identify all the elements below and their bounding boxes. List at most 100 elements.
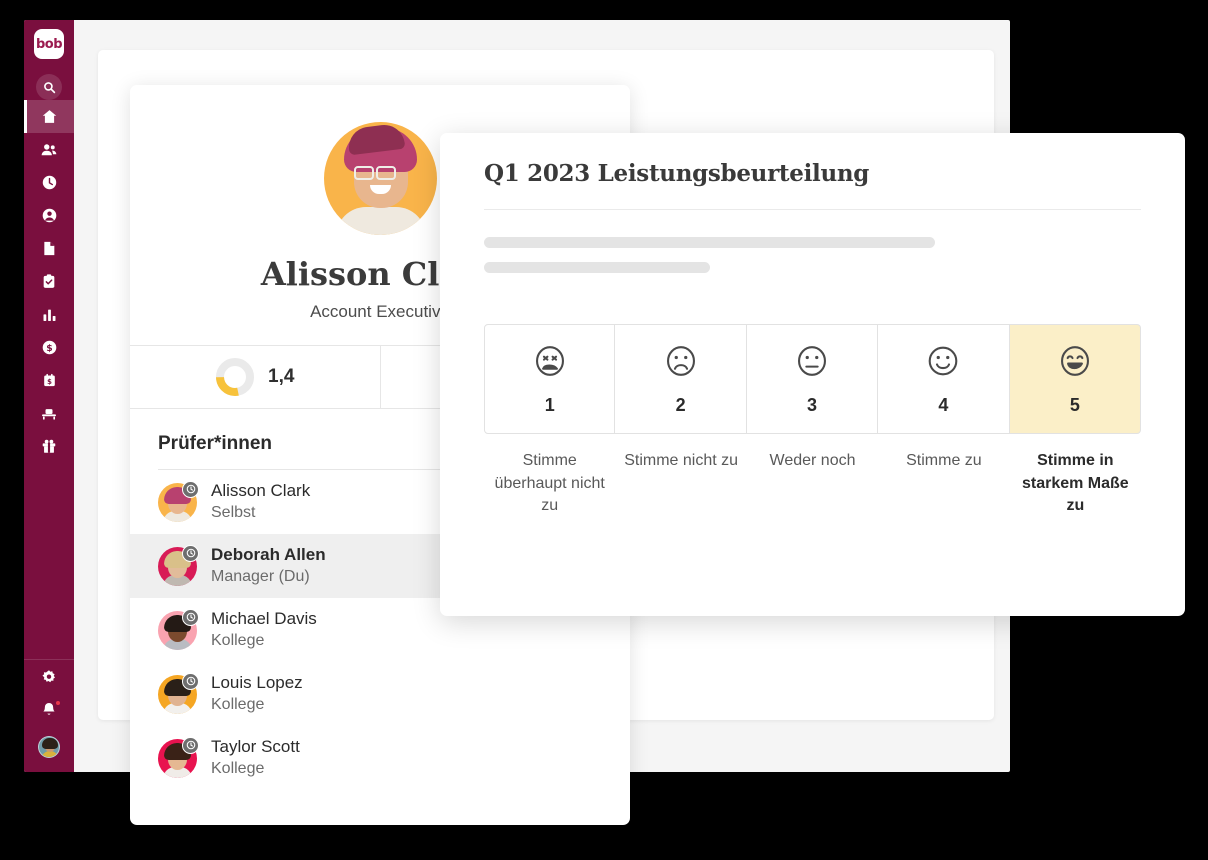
rating-label-1: Stimme überhaupt nicht zu bbox=[494, 452, 605, 515]
gift-icon bbox=[41, 438, 57, 455]
avatar bbox=[158, 480, 199, 522]
avatar-glasses-right bbox=[375, 166, 396, 180]
gear-icon bbox=[41, 669, 57, 685]
payroll-calendar-icon: $ bbox=[42, 372, 57, 389]
reviewer-role: Selbst bbox=[211, 503, 256, 521]
face-happy-icon bbox=[924, 342, 962, 385]
dollar-circle-icon: $ bbox=[41, 339, 58, 356]
reviewer-name: Louis Lopez bbox=[211, 673, 303, 693]
notification-dot bbox=[55, 700, 61, 706]
bob-logo[interactable]: bob bbox=[34, 29, 64, 59]
list-item-text: Alisson Clark Selbst bbox=[211, 480, 310, 523]
stat-score[interactable]: 1,4 bbox=[130, 346, 380, 408]
rating-option-value: 3 bbox=[807, 395, 818, 415]
screenshot-stage: bob $ $ Alisson Clark Account Executive … bbox=[0, 0, 1208, 860]
list-item-text: Louis Lopez Kollege bbox=[211, 672, 303, 715]
avatar-hair bbox=[42, 738, 58, 749]
reviewer-name: Taylor Scott bbox=[211, 737, 300, 757]
desk-icon bbox=[40, 407, 58, 421]
rating-option-2[interactable]: 2 bbox=[615, 324, 747, 434]
clipboard-check-icon bbox=[41, 273, 57, 290]
avatar bbox=[158, 736, 199, 778]
sidebar-item-payroll[interactable]: $ bbox=[24, 364, 74, 397]
skeleton-placeholder bbox=[484, 237, 1141, 273]
rating-label-2: Stimme nicht zu bbox=[624, 452, 739, 469]
reviewer-role: Kollege bbox=[211, 631, 265, 649]
avatar bbox=[158, 672, 199, 714]
clock-icon bbox=[182, 672, 199, 690]
list-item-text: Deborah Allen Manager (Du) bbox=[211, 544, 326, 587]
donut-chart-icon bbox=[215, 357, 255, 397]
svg-text:$: $ bbox=[47, 378, 52, 386]
rating-option-1[interactable]: 1 bbox=[484, 324, 616, 434]
sidebar-item-benefits[interactable] bbox=[24, 430, 74, 463]
document-icon bbox=[41, 240, 57, 257]
rating-option-4[interactable]: 4 bbox=[878, 324, 1010, 434]
avatar bbox=[158, 544, 199, 586]
list-item[interactable]: Louis Lopez Kollege bbox=[130, 662, 630, 726]
rating-label-3: Weder noch bbox=[769, 452, 856, 469]
people-icon bbox=[40, 141, 58, 159]
user-avatar[interactable] bbox=[38, 736, 60, 758]
rating-option-value: 5 bbox=[1069, 395, 1080, 415]
person-circle-icon bbox=[41, 207, 58, 224]
rating-option-value: 1 bbox=[544, 395, 555, 415]
rating-scale-options: 1 2 3 4 5 bbox=[484, 324, 1142, 434]
rating-scale-labels: Stimme überhaupt nicht zu Stimme nicht z… bbox=[484, 450, 1141, 518]
rating-label-5: Stimme in starkem Maße zu bbox=[1021, 452, 1129, 515]
svg-text:$: $ bbox=[46, 343, 52, 354]
list-item-text: Michael Davis Kollege bbox=[211, 608, 317, 651]
reviewer-name: Michael Davis bbox=[211, 609, 317, 629]
stat-score-value: 1,4 bbox=[268, 366, 295, 387]
skeleton-line bbox=[484, 237, 935, 248]
sidebar-item-analytics[interactable] bbox=[24, 298, 74, 331]
reviewer-role: Kollege bbox=[211, 695, 265, 713]
skeleton-line bbox=[484, 262, 710, 273]
avatar-glasses-left bbox=[353, 166, 374, 180]
rating-option-value: 2 bbox=[675, 395, 686, 415]
reviewer-role: Kollege bbox=[211, 759, 265, 777]
sidebar: bob $ $ bbox=[24, 20, 74, 772]
face-sad-icon bbox=[662, 342, 700, 385]
sidebar-item-documents[interactable] bbox=[24, 232, 74, 265]
search-icon bbox=[43, 81, 56, 94]
sidebar-item-settings[interactable] bbox=[24, 660, 74, 693]
clock-icon bbox=[182, 608, 199, 626]
sidebar-item-tasks[interactable] bbox=[24, 265, 74, 298]
clock-icon bbox=[182, 544, 199, 562]
bar-chart-icon bbox=[41, 307, 58, 323]
sidebar-bottom-group bbox=[24, 659, 74, 772]
sidebar-search-button[interactable] bbox=[36, 74, 62, 100]
bob-logo-text: bob bbox=[35, 36, 63, 52]
sidebar-item-time[interactable] bbox=[24, 166, 74, 199]
reviewer-role: Manager (Du) bbox=[211, 567, 310, 585]
sidebar-item-compensation[interactable]: $ bbox=[24, 331, 74, 364]
rating-scale: 1 2 3 4 5 Stimme überhaupt nicht zu Stim… bbox=[484, 324, 1142, 518]
avatar-shirt bbox=[335, 207, 426, 235]
list-item[interactable]: Taylor Scott Kollege bbox=[130, 726, 630, 790]
rating-label-4: Stimme zu bbox=[906, 452, 982, 469]
sidebar-item-profile[interactable] bbox=[24, 199, 74, 232]
clock-icon bbox=[182, 736, 199, 754]
profile-avatar[interactable] bbox=[323, 122, 437, 235]
divider bbox=[484, 209, 1141, 210]
avatar bbox=[158, 608, 199, 650]
sidebar-item-home[interactable] bbox=[24, 100, 74, 133]
review-modal-title: Q1 2023 Leistungsbeurteilung bbox=[484, 160, 870, 187]
rating-option-3[interactable]: 3 bbox=[746, 324, 879, 434]
rating-option-5[interactable]: 5 bbox=[1009, 324, 1142, 434]
home-icon bbox=[41, 108, 58, 125]
reviewer-name: Alisson Clark bbox=[211, 481, 311, 501]
sidebar-item-notifications[interactable] bbox=[24, 693, 74, 726]
clock-icon bbox=[41, 174, 58, 191]
face-neutral-icon bbox=[793, 342, 831, 385]
face-very-happy-icon bbox=[1056, 342, 1094, 385]
list-item-text: Taylor Scott Kollege bbox=[211, 736, 300, 779]
reviewer-name: Deborah Allen bbox=[211, 545, 326, 565]
sidebar-item-workspace[interactable] bbox=[24, 397, 74, 430]
sidebar-item-people[interactable] bbox=[24, 133, 74, 166]
avatar-body bbox=[41, 751, 59, 757]
clock-icon bbox=[182, 480, 199, 498]
review-modal: Q1 2023 Leistungsbeurteilung 1 2 3 4 5 S… bbox=[440, 133, 1185, 616]
face-very-sad-icon bbox=[531, 342, 569, 385]
